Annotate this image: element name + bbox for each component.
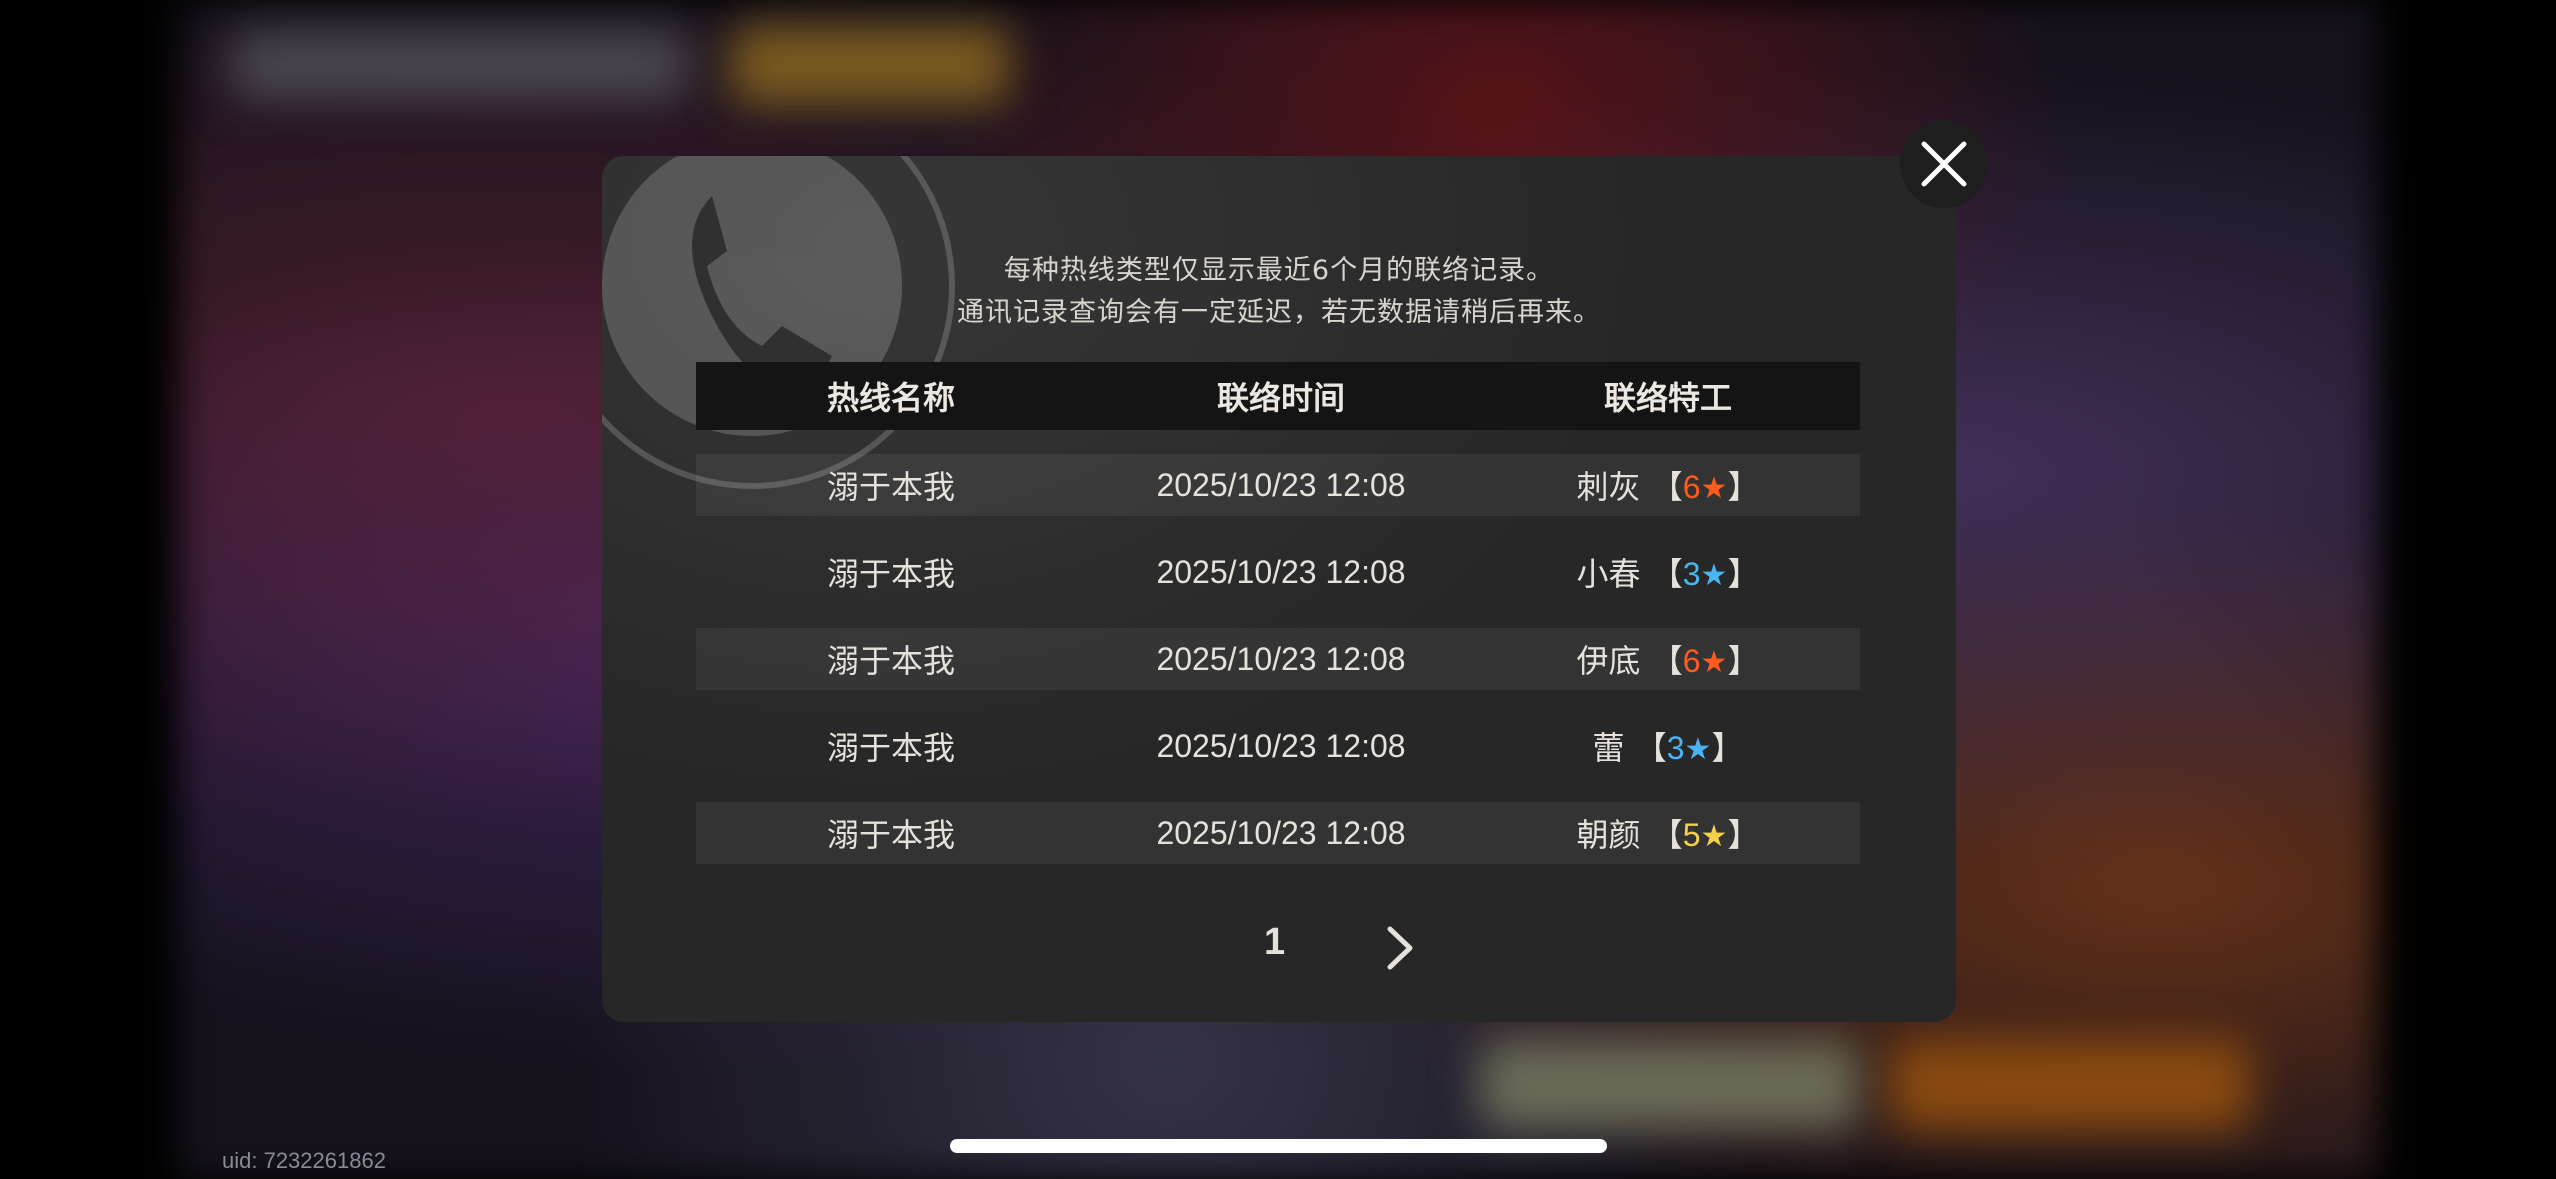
bracket-open: 【 bbox=[1634, 729, 1667, 767]
column-header-time: 联络时间 bbox=[1216, 380, 1345, 416]
star-icon: ★ bbox=[1700, 819, 1728, 854]
agent-name: 朝颜 bbox=[1576, 816, 1641, 854]
table-header: 热线名称 联络时间 联络特工 bbox=[696, 362, 1860, 430]
agent-cell: 伊底 【6★】 bbox=[1476, 636, 1860, 682]
column-header-agent: 联络特工 bbox=[1603, 379, 1732, 417]
bracket-close: 】 bbox=[1727, 555, 1760, 593]
hotline-name: 溺于本我 bbox=[826, 642, 955, 680]
agent-rank: 3 bbox=[1666, 730, 1685, 766]
contact-time: 2025/10/23 12:08 bbox=[1156, 466, 1406, 503]
bracket-open: 【 bbox=[1650, 816, 1683, 854]
star-icon: ★ bbox=[1700, 645, 1728, 680]
bracket-open: 【 bbox=[1650, 555, 1683, 593]
chevron-right-icon[interactable] bbox=[1380, 923, 1420, 973]
contact-record-table: 热线名称 联络时间 联络特工 溺于本我 2025/10/23 12:08 刺灰 … bbox=[696, 362, 1860, 864]
current-page-number[interactable]: 1 bbox=[1264, 921, 1285, 964]
column-header-hotline: 热线名称 bbox=[826, 379, 955, 417]
agent-cell: 小春 【3★】 bbox=[1476, 549, 1860, 595]
bracket-open: 【 bbox=[1650, 468, 1683, 506]
table-row: 溺于本我 2025/10/23 12:08 小春 【3★】 bbox=[696, 541, 1860, 603]
agent-rank: 6 bbox=[1682, 643, 1701, 679]
agent-name: 刺灰 bbox=[1576, 468, 1641, 506]
table-row: 溺于本我 2025/10/23 12:08 朝颜 【5★】 bbox=[696, 802, 1860, 864]
agent-cell: 蕾 【3★】 bbox=[1476, 723, 1860, 769]
agent-cell: 刺灰 【6★】 bbox=[1476, 462, 1860, 508]
uid-label: uid: 7232261862 bbox=[222, 1148, 386, 1173]
agent-rank: 5 bbox=[1682, 817, 1701, 853]
hotline-name: 溺于本我 bbox=[826, 468, 955, 506]
star-icon: ★ bbox=[1684, 732, 1712, 767]
agent-rank: 3 bbox=[1682, 556, 1701, 592]
star-icon: ★ bbox=[1700, 471, 1728, 506]
bracket-close: 】 bbox=[1727, 816, 1760, 854]
agent-name: 蕾 bbox=[1592, 729, 1625, 767]
background-shape bbox=[230, 30, 690, 100]
table-row: 溺于本我 2025/10/23 12:08 蕾 【3★】 bbox=[696, 715, 1860, 777]
pagination: 1 bbox=[602, 921, 1956, 981]
background-shape bbox=[730, 25, 1010, 105]
agent-rank: 6 bbox=[1682, 469, 1701, 505]
hotline-name: 溺于本我 bbox=[826, 555, 955, 593]
background-shape bbox=[1890, 1040, 2250, 1130]
bracket-open: 【 bbox=[1650, 642, 1683, 680]
contact-time: 2025/10/23 12:08 bbox=[1156, 727, 1406, 764]
notice-text: 每种热线类型仅显示最近6个月的联络记录。 bbox=[1003, 255, 1555, 286]
notice-text: 通讯记录查询会有一定延迟，若无数据请稍后再来。 bbox=[957, 297, 1601, 328]
agent-cell: 朝颜 【5★】 bbox=[1476, 810, 1860, 856]
contact-time: 2025/10/23 12:08 bbox=[1156, 640, 1406, 677]
contact-record-dialog: 每种热线类型仅显示最近6个月的联络记录。 通讯记录查询会有一定延迟，若无数据请稍… bbox=[602, 156, 1956, 1022]
agent-name: 伊底 bbox=[1576, 642, 1641, 680]
home-indicator[interactable] bbox=[950, 1139, 1607, 1153]
bracket-close: 】 bbox=[1711, 729, 1744, 767]
table-row: 溺于本我 2025/10/23 12:08 伊底 【6★】 bbox=[696, 628, 1860, 690]
hotline-name: 溺于本我 bbox=[826, 729, 955, 767]
bracket-close: 】 bbox=[1727, 642, 1760, 680]
agent-name: 小春 bbox=[1576, 555, 1641, 593]
contact-time: 2025/10/23 12:08 bbox=[1156, 553, 1406, 590]
contact-time: 2025/10/23 12:08 bbox=[1156, 814, 1406, 851]
star-icon: ★ bbox=[1700, 558, 1728, 593]
hotline-name: 溺于本我 bbox=[826, 816, 955, 854]
background-shape bbox=[1480, 1040, 1860, 1130]
bracket-close: 】 bbox=[1727, 468, 1760, 506]
close-icon[interactable] bbox=[1900, 120, 1988, 208]
table-row: 溺于本我 2025/10/23 12:08 刺灰 【6★】 bbox=[696, 454, 1860, 516]
